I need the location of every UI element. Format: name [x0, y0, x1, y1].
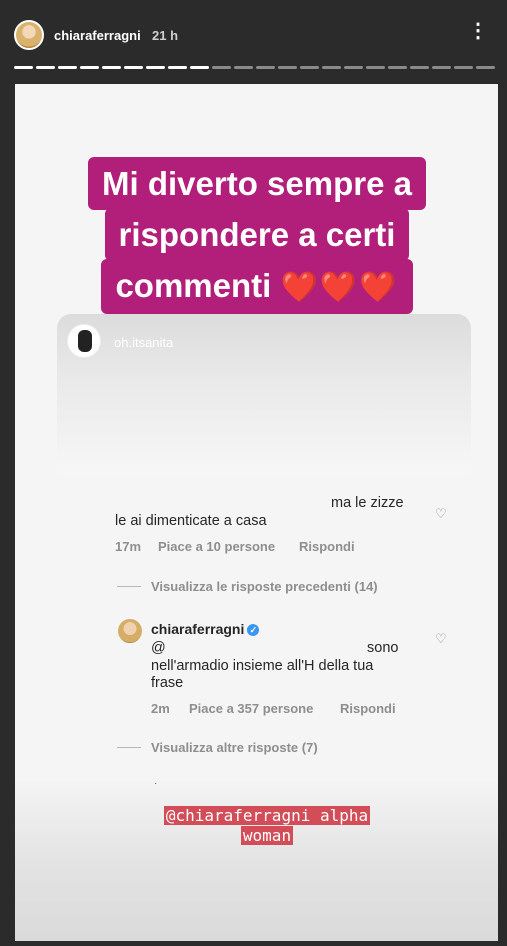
progress-segment [278, 66, 297, 69]
progress-segment [344, 66, 363, 69]
story-progress-bar [14, 66, 495, 69]
progress-segment [322, 66, 341, 69]
story-username[interactable]: chiaraferragni [54, 28, 141, 43]
caption-line-2: rispondere a certi [104, 208, 410, 261]
mention-sticker[interactable]: @chiaraferragni alpha woman [132, 806, 402, 846]
reply-text-sono: sono [367, 640, 399, 656]
reply-text-line-3: frase [151, 675, 184, 691]
reply-button[interactable]: Rispondi [340, 701, 396, 716]
progress-segment [454, 66, 473, 69]
like-heart-icon[interactable]: ♡ [435, 507, 447, 522]
progress-segment [190, 66, 209, 69]
comment-age: 17m [115, 539, 142, 554]
progress-segment [366, 66, 385, 69]
avatar[interactable] [14, 20, 44, 50]
divider [117, 586, 141, 587]
mention-line-2: woman [240, 826, 294, 845]
like-heart-icon[interactable]: ♡ [435, 632, 447, 647]
progress-segment [234, 66, 253, 69]
progress-segment [300, 66, 319, 69]
hearts-emoji-icon: ❤️❤️❤️ [280, 271, 399, 304]
progress-segment [388, 66, 407, 69]
dot: · [154, 778, 158, 789]
reply-text-line-2: nell'armadio insieme all'H della tua [151, 658, 374, 674]
story-content[interactable]: Mi diverto sempre a rispondere a certi c… [15, 84, 498, 941]
post-card: oh.itsanita [57, 314, 471, 476]
reply-button[interactable]: Rispondi [299, 539, 355, 554]
divider [117, 747, 141, 748]
reply-mention[interactable]: @ [151, 640, 166, 656]
bottom-fade [15, 774, 498, 941]
mention-line-1: @chiaraferragni alpha [163, 806, 371, 825]
reply-username-text: chiaraferragni [151, 621, 245, 637]
caption-line-1: Mi diverto sempre a [88, 157, 426, 210]
comment-text-line-2: le ai dimenticate a casa [115, 513, 267, 529]
comment-likes[interactable]: Piace a 10 persone [158, 539, 275, 554]
progress-segment [124, 66, 143, 69]
view-previous-replies[interactable]: Visualizza le risposte precedenti (14) [151, 579, 378, 594]
view-more-replies[interactable]: Visualizza altre risposte (7) [151, 740, 318, 755]
progress-segment [14, 66, 33, 69]
progress-segment [476, 66, 495, 69]
more-options-icon[interactable]: ⋮ [468, 18, 489, 43]
story-header: chiaraferragni 21 h ⋮ [0, 0, 507, 80]
avatar [67, 324, 101, 358]
caption-line-3-text: commenti [115, 267, 272, 304]
verified-badge-icon: ✓ [247, 624, 260, 636]
progress-segment [432, 66, 451, 69]
story-time: 21 h [152, 28, 179, 43]
progress-segment [102, 66, 121, 69]
reply-likes[interactable]: Piace a 357 persone [189, 701, 313, 716]
progress-segment [256, 66, 275, 69]
caption-banner: Mi diverto sempre a rispondere a certi c… [77, 157, 437, 314]
reply-age: 2m [151, 701, 170, 716]
reply-username[interactable]: chiaraferragni ✓ [151, 621, 260, 637]
progress-segment [212, 66, 231, 69]
comment-text-line-1: ma le zizze [331, 495, 404, 511]
avatar[interactable] [118, 619, 142, 643]
progress-segment [80, 66, 99, 69]
progress-segment [168, 66, 187, 69]
caption-line-3: commenti ❤️❤️❤️ [101, 259, 413, 314]
progress-segment [58, 66, 77, 69]
progress-segment [410, 66, 429, 69]
post-username: oh.itsanita [114, 335, 174, 350]
progress-segment [36, 66, 55, 69]
progress-segment [146, 66, 165, 69]
